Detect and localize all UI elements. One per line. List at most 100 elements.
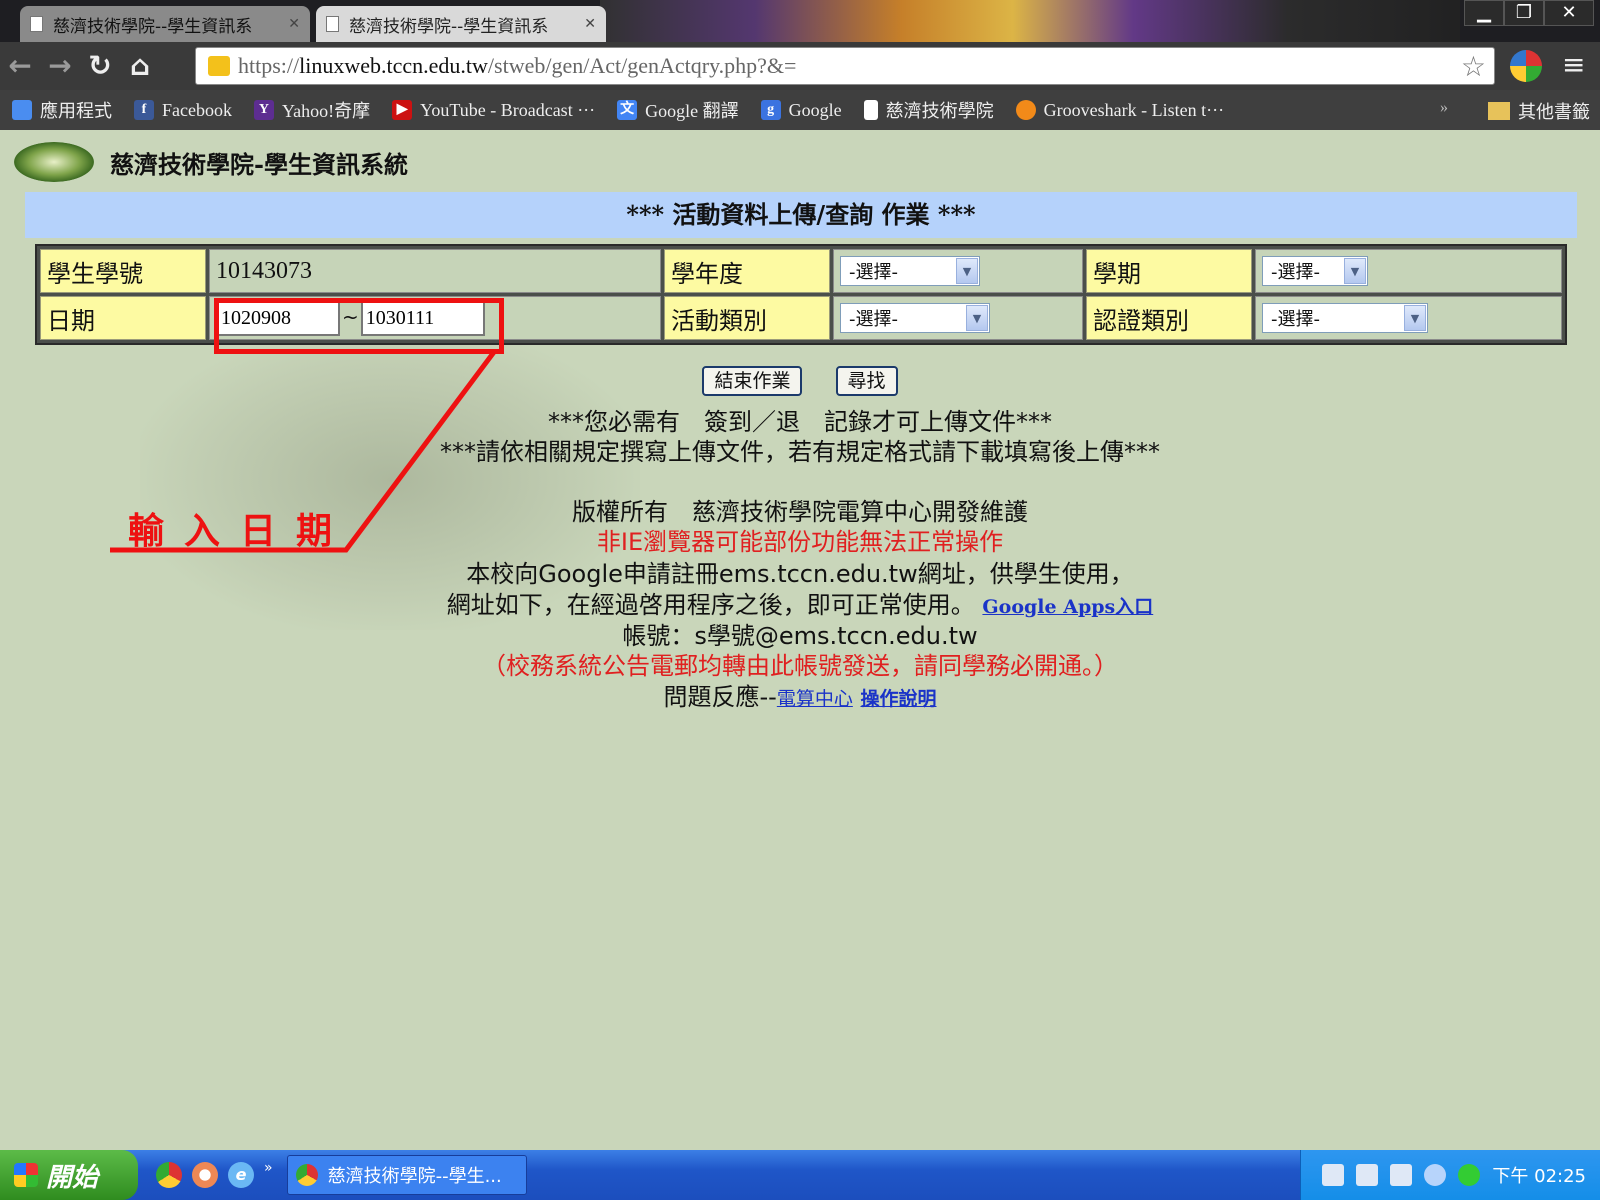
site-title: 慈濟技術學院-學生資訊系統 bbox=[110, 149, 408, 179]
tab-title: 慈濟技術學院--學生資訊系 bbox=[349, 16, 549, 37]
feedback-line: 問題反應--電算中心 操作說明 bbox=[0, 677, 1600, 712]
form-row-1: 學生學號 10143073 學年度 -選擇- ▼ 學期 -選擇- ▼ bbox=[40, 249, 1562, 293]
start-label: 開始 bbox=[46, 1162, 99, 1193]
close-icon[interactable]: ✕ bbox=[288, 16, 300, 32]
school-year-selected: -選擇- bbox=[849, 262, 898, 283]
home-icon[interactable]: ⌂ bbox=[120, 46, 160, 86]
google-icon: g bbox=[760, 100, 781, 120]
chrome-icon[interactable] bbox=[156, 1162, 182, 1188]
bookmark-grooveshark[interactable]: Grooveshark - Listen t··· bbox=[1015, 99, 1225, 121]
computer-center-link[interactable]: 電算中心 bbox=[777, 688, 853, 710]
help-icon[interactable] bbox=[1356, 1164, 1379, 1186]
chevron-down-icon: ▼ bbox=[956, 258, 978, 284]
extension-icon[interactable] bbox=[1510, 50, 1542, 82]
google-info-line2-text: 網址如下，在經過啓用程序之後，即可正常使用。 bbox=[446, 591, 975, 619]
bookmark-facebook[interactable]: f Facebook bbox=[134, 100, 232, 121]
internet-explorer-icon[interactable]: e bbox=[228, 1162, 254, 1188]
chevron-down-icon: ▼ bbox=[1344, 258, 1366, 284]
bookmark-google-translate[interactable]: 文 Google 翻譯 bbox=[617, 97, 739, 123]
site-header: 慈濟技術學院-學生資訊系統 bbox=[14, 142, 408, 182]
yahoo-icon: Y bbox=[253, 100, 274, 120]
minimize-button[interactable]: ▁ bbox=[1464, 0, 1504, 26]
close-icon[interactable]: ✕ bbox=[584, 16, 596, 32]
search-button[interactable]: 尋找 bbox=[835, 366, 898, 396]
forward-arrow-icon[interactable]: → bbox=[40, 46, 80, 86]
bookmark-youtube[interactable]: ▶ YouTube - Broadcast ··· bbox=[392, 100, 595, 121]
restore-button[interactable]: ❐ bbox=[1504, 0, 1544, 26]
bookmark-google[interactable]: g Google bbox=[760, 100, 842, 121]
upload-rules-notice: ***請依相關規定撰寫上傳文件，若有規定格式請下載填寫後上傳*** bbox=[440, 438, 1160, 466]
quick-launch-overflow-icon[interactable]: » bbox=[264, 1160, 273, 1176]
start-button[interactable]: 開始 bbox=[0, 1150, 138, 1200]
page-content: 慈濟技術學院-學生資訊系統 *** 活動資料上傳/查詢 作業 *** 學生學號 … bbox=[0, 130, 1600, 1150]
google-translate-icon: 文 bbox=[617, 100, 638, 120]
action-buttons: 結束作業 尋找 bbox=[0, 366, 1600, 396]
youtube-icon: ▶ bbox=[392, 100, 413, 120]
system-tray: 下午 02:25 bbox=[1300, 1150, 1600, 1200]
cert-type-cell: -選擇- ▼ bbox=[1255, 296, 1562, 340]
semester-select[interactable]: -選擇- ▼ bbox=[1262, 256, 1368, 286]
cert-type-selected: -選擇- bbox=[1271, 309, 1320, 330]
end-task-button[interactable]: 結束作業 bbox=[702, 366, 803, 396]
apps-grid-icon bbox=[12, 100, 32, 120]
bookmarks-overflow-icon[interactable]: » bbox=[1440, 99, 1448, 117]
cert-type-select[interactable]: -選擇- ▼ bbox=[1262, 303, 1428, 333]
address-bar[interactable]: https://linuxweb.tccn.edu.tw/stweb/gen/A… bbox=[195, 47, 1495, 85]
feedback-prefix: 問題反應-- bbox=[663, 683, 777, 711]
semester-selected: -選擇- bbox=[1271, 262, 1320, 283]
annotation-highlight-box bbox=[214, 298, 504, 354]
menu-icon[interactable]: ≡ bbox=[1562, 48, 1585, 81]
media-player-icon[interactable] bbox=[192, 1162, 218, 1188]
bookmark-tccn[interactable]: 慈濟技術學院 bbox=[863, 97, 994, 123]
keyboard-icon[interactable] bbox=[1322, 1164, 1345, 1186]
bookmarks-bar: 應用程式 f Facebook Y Yahoo!奇摩 ▶ YouTube - Broa… bbox=[0, 90, 1600, 130]
school-year-cell: -選擇- ▼ bbox=[833, 249, 1083, 293]
close-window-button[interactable]: ✕ bbox=[1544, 0, 1594, 26]
bookmark-label: Grooveshark - Listen t··· bbox=[1043, 99, 1225, 120]
page-icon bbox=[326, 16, 339, 32]
url-scheme: https:// bbox=[238, 53, 300, 78]
network-icon[interactable] bbox=[1390, 1164, 1413, 1186]
browser-toolbar: ← → ↻ ⌂ https://linuxweb.tccn.edu.tw/stw… bbox=[0, 42, 1600, 90]
date-label: 日期 bbox=[40, 296, 206, 340]
page-banner: *** 活動資料上傳/查詢 作業 *** bbox=[25, 192, 1577, 238]
student-id-value: 10143073 bbox=[209, 249, 661, 293]
manual-link[interactable]: 操作說明 bbox=[860, 688, 936, 710]
chevron-down-icon: ▼ bbox=[966, 305, 988, 331]
bookmark-label: Yahoo!奇摩 bbox=[281, 101, 371, 121]
url-path: /stweb/gen/Act/genActqry.php?&= bbox=[487, 53, 797, 78]
chrome-icon bbox=[295, 1164, 318, 1186]
browser-tab-1[interactable]: 慈濟技術學院--學生資訊系 ✕ bbox=[20, 6, 310, 42]
bookmark-star-icon[interactable]: ☆ bbox=[1461, 50, 1486, 84]
browser-tab-2[interactable]: 慈濟技術學院--學生資訊系 ✕ bbox=[316, 6, 606, 42]
bookmark-label: Google 翻譯 bbox=[645, 101, 739, 121]
browser-theme-art bbox=[600, 0, 1460, 42]
annotation-label: 輸入日期 bbox=[128, 510, 353, 552]
taskbar-window-button[interactable]: 慈濟技術學院--學生... bbox=[286, 1155, 527, 1195]
chevron-down-icon: ▼ bbox=[1404, 305, 1426, 331]
window-controls: ▁ ❐ ✕ bbox=[1464, 0, 1594, 26]
school-year-select[interactable]: -選擇- ▼ bbox=[840, 256, 980, 286]
grooveshark-icon bbox=[1015, 100, 1036, 120]
activity-type-selected: -選擇- bbox=[849, 309, 898, 330]
bookmark-yahoo[interactable]: Y Yahoo!奇摩 bbox=[253, 97, 371, 123]
back-arrow-icon[interactable]: ← bbox=[0, 46, 40, 86]
tray-expand-icon[interactable] bbox=[1424, 1164, 1447, 1186]
other-bookmarks[interactable]: 其他書籤 bbox=[1488, 98, 1590, 124]
activity-type-label: 活動類別 bbox=[664, 296, 830, 340]
tab-title: 慈濟技術學院--學生資訊系 bbox=[53, 16, 253, 37]
school-logo-icon bbox=[14, 142, 94, 182]
reload-icon[interactable]: ↻ bbox=[80, 46, 120, 86]
bookmark-apps[interactable]: 應用程式 bbox=[12, 97, 112, 123]
folder-icon bbox=[1488, 102, 1510, 120]
cert-type-label: 認證類別 bbox=[1086, 296, 1252, 340]
activity-type-select[interactable]: -選擇- ▼ bbox=[840, 303, 990, 333]
google-info-line1: 本校向Google申請註冊ems.tccn.edu.tw網址，供學生使用， bbox=[466, 560, 1134, 588]
status-icon[interactable] bbox=[1458, 1164, 1481, 1186]
semester-cell: -選擇- ▼ bbox=[1255, 249, 1562, 293]
semester-label: 學期 bbox=[1086, 249, 1252, 293]
google-apps-link[interactable]: Google Apps入口 bbox=[982, 596, 1153, 618]
other-bookmarks-label: 其他書籤 bbox=[1518, 102, 1590, 122]
student-id-label: 學生學號 bbox=[40, 249, 206, 293]
facebook-icon: f bbox=[134, 100, 154, 120]
